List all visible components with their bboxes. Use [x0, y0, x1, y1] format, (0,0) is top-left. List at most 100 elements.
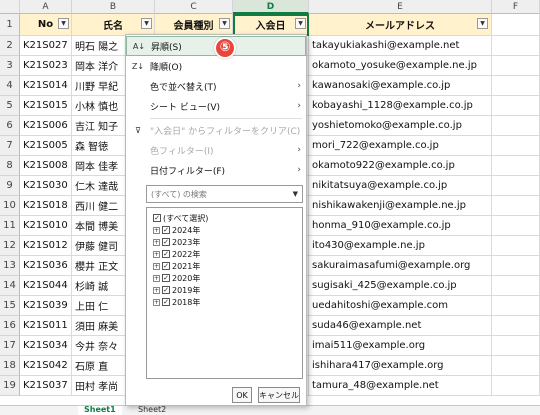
empty-cell[interactable]	[492, 14, 540, 36]
row-header[interactable]: 3	[0, 56, 20, 76]
filter-dropdown-icon[interactable]: ▼	[58, 18, 69, 29]
empty-cell[interactable]	[492, 56, 540, 76]
sheet-view-item[interactable]: シート ビュー(V) ›	[126, 96, 306, 116]
ok-button[interactable]: OK	[232, 387, 252, 403]
cell-no[interactable]: K21S018	[20, 196, 72, 216]
filter-dropdown-icon[interactable]: ▼	[295, 18, 306, 29]
cell-email[interactable]: okamoto_yosuke@example.ne.jp	[309, 56, 492, 76]
empty-cell[interactable]	[492, 176, 540, 196]
empty-cell[interactable]	[492, 336, 540, 356]
checkbox-checked-icon[interactable]: ✓	[153, 214, 161, 222]
cell-no[interactable]: K21S005	[20, 136, 72, 156]
empty-cell[interactable]	[492, 36, 540, 56]
row-header[interactable]: 14	[0, 276, 20, 296]
header-cell-email[interactable]: メールアドレス ▼	[309, 14, 492, 36]
expand-plus-icon[interactable]: +	[153, 262, 160, 270]
sheet-tab-sheet1[interactable]: Sheet1	[78, 406, 122, 415]
empty-cell[interactable]	[492, 236, 540, 256]
cell-email[interactable]: ishihara417@example.org	[309, 356, 492, 376]
cell-email[interactable]: kobayashi_1128@example.co.jp	[309, 96, 492, 116]
row-header[interactable]: 16	[0, 316, 20, 336]
cell-no[interactable]: K21S012	[20, 236, 72, 256]
checkbox-checked-icon[interactable]: ✓	[162, 262, 170, 270]
checkbox-checked-icon[interactable]: ✓	[162, 250, 170, 258]
empty-cell[interactable]	[492, 96, 540, 116]
checkbox-checked-icon[interactable]: ✓	[162, 298, 170, 306]
row-header[interactable]: 9	[0, 176, 20, 196]
header-cell-no[interactable]: No ▼	[20, 14, 72, 36]
checkbox-checked-icon[interactable]: ✓	[162, 226, 170, 234]
year-item[interactable]: + ✓ 2023年	[153, 236, 200, 248]
empty-cell[interactable]	[492, 156, 540, 176]
cell-no[interactable]: K21S042	[20, 356, 72, 376]
empty-cell[interactable]	[492, 136, 540, 156]
row-header[interactable]: 11	[0, 216, 20, 236]
year-item[interactable]: + ✓ 2022年	[153, 248, 200, 260]
clear-filter-item[interactable]: ⊽ "入会日" からフィルターをクリア(C)	[126, 120, 306, 140]
row-header[interactable]: 7	[0, 136, 20, 156]
filter-dropdown-icon[interactable]: ▼	[141, 18, 152, 29]
row-header[interactable]: 12	[0, 236, 20, 256]
empty-cell[interactable]	[492, 376, 540, 396]
column-header-c[interactable]: C	[155, 0, 233, 14]
cell-no[interactable]: K21S014	[20, 76, 72, 96]
select-all-corner[interactable]	[0, 0, 20, 14]
row-header[interactable]: 1	[0, 14, 20, 36]
cell-email[interactable]: imai511@example.org	[309, 336, 492, 356]
checkbox-checked-icon[interactable]: ✓	[162, 238, 170, 246]
cell-no[interactable]: K21S037	[20, 376, 72, 396]
sort-by-color-item[interactable]: 色で並べ替え(T) ›	[126, 76, 306, 96]
column-header-a[interactable]: A	[20, 0, 72, 14]
row-header[interactable]: 10	[0, 196, 20, 216]
row-header[interactable]: 6	[0, 116, 20, 136]
empty-cell[interactable]	[492, 316, 540, 336]
empty-cell[interactable]	[492, 256, 540, 276]
expand-plus-icon[interactable]: +	[153, 286, 160, 294]
cell-email[interactable]: okamoto922@example.co.jp	[309, 156, 492, 176]
empty-cell[interactable]	[492, 116, 540, 136]
year-item[interactable]: + ✓ 2018年	[153, 296, 200, 308]
cell-email[interactable]: takayukiakashi@example.net	[309, 36, 492, 56]
row-header[interactable]: 17	[0, 336, 20, 356]
cell-no[interactable]: K21S036	[20, 256, 72, 276]
filter-dropdown-icon[interactable]: ▼	[477, 18, 488, 29]
select-all-checkbox-row[interactable]: ✓ (すべて選択)	[153, 212, 208, 224]
year-item[interactable]: + ✓ 2019年	[153, 284, 200, 296]
cell-no[interactable]: K21S039	[20, 296, 72, 316]
year-item[interactable]: + ✓ 2024年	[153, 224, 200, 236]
row-header[interactable]: 5	[0, 96, 20, 116]
row-header[interactable]: 18	[0, 356, 20, 376]
cell-email[interactable]: kawanosaki@example.co.jp	[309, 76, 492, 96]
filter-search-box[interactable]: (すべて) の検索 ▼	[146, 185, 303, 203]
cell-email[interactable]: nikitatsuya@example.co.jp	[309, 176, 492, 196]
expand-plus-icon[interactable]: +	[153, 298, 160, 306]
column-header-b[interactable]: B	[72, 0, 155, 14]
cell-email[interactable]: ito430@example.ne.jp	[309, 236, 492, 256]
chevron-down-icon[interactable]: ▼	[293, 190, 298, 198]
cell-no[interactable]: K21S006	[20, 116, 72, 136]
expand-plus-icon[interactable]: +	[153, 274, 160, 282]
cell-no[interactable]: K21S015	[20, 96, 72, 116]
column-header-f[interactable]: F	[492, 0, 540, 14]
cell-no[interactable]: K21S011	[20, 316, 72, 336]
sort-descending-item[interactable]: Z↓ 降順(O)	[126, 56, 306, 76]
column-header-e[interactable]: E	[309, 0, 492, 14]
cancel-button[interactable]: キャンセル	[258, 387, 300, 403]
checkbox-checked-icon[interactable]: ✓	[162, 286, 170, 294]
cell-email[interactable]: mori_722@example.co.jp	[309, 136, 492, 156]
cell-email[interactable]: uedahitoshi@example.com	[309, 296, 492, 316]
empty-cell[interactable]	[492, 196, 540, 216]
year-item[interactable]: + ✓ 2020年	[153, 272, 200, 284]
row-header[interactable]: 13	[0, 256, 20, 276]
empty-cell[interactable]	[492, 76, 540, 96]
cell-no[interactable]: K21S027	[20, 36, 72, 56]
header-cell-join-date[interactable]: 入会日 ▼	[233, 14, 309, 36]
filter-dropdown-icon[interactable]: ▼	[219, 18, 230, 29]
row-header[interactable]: 8	[0, 156, 20, 176]
cell-no[interactable]: K21S010	[20, 216, 72, 236]
checkbox-checked-icon[interactable]: ✓	[162, 274, 170, 282]
cell-email[interactable]: tamura_48@example.net	[309, 376, 492, 396]
header-cell-member-type[interactable]: 会員種別 ▼	[155, 14, 233, 36]
empty-cell[interactable]	[492, 296, 540, 316]
expand-plus-icon[interactable]: +	[153, 226, 160, 234]
